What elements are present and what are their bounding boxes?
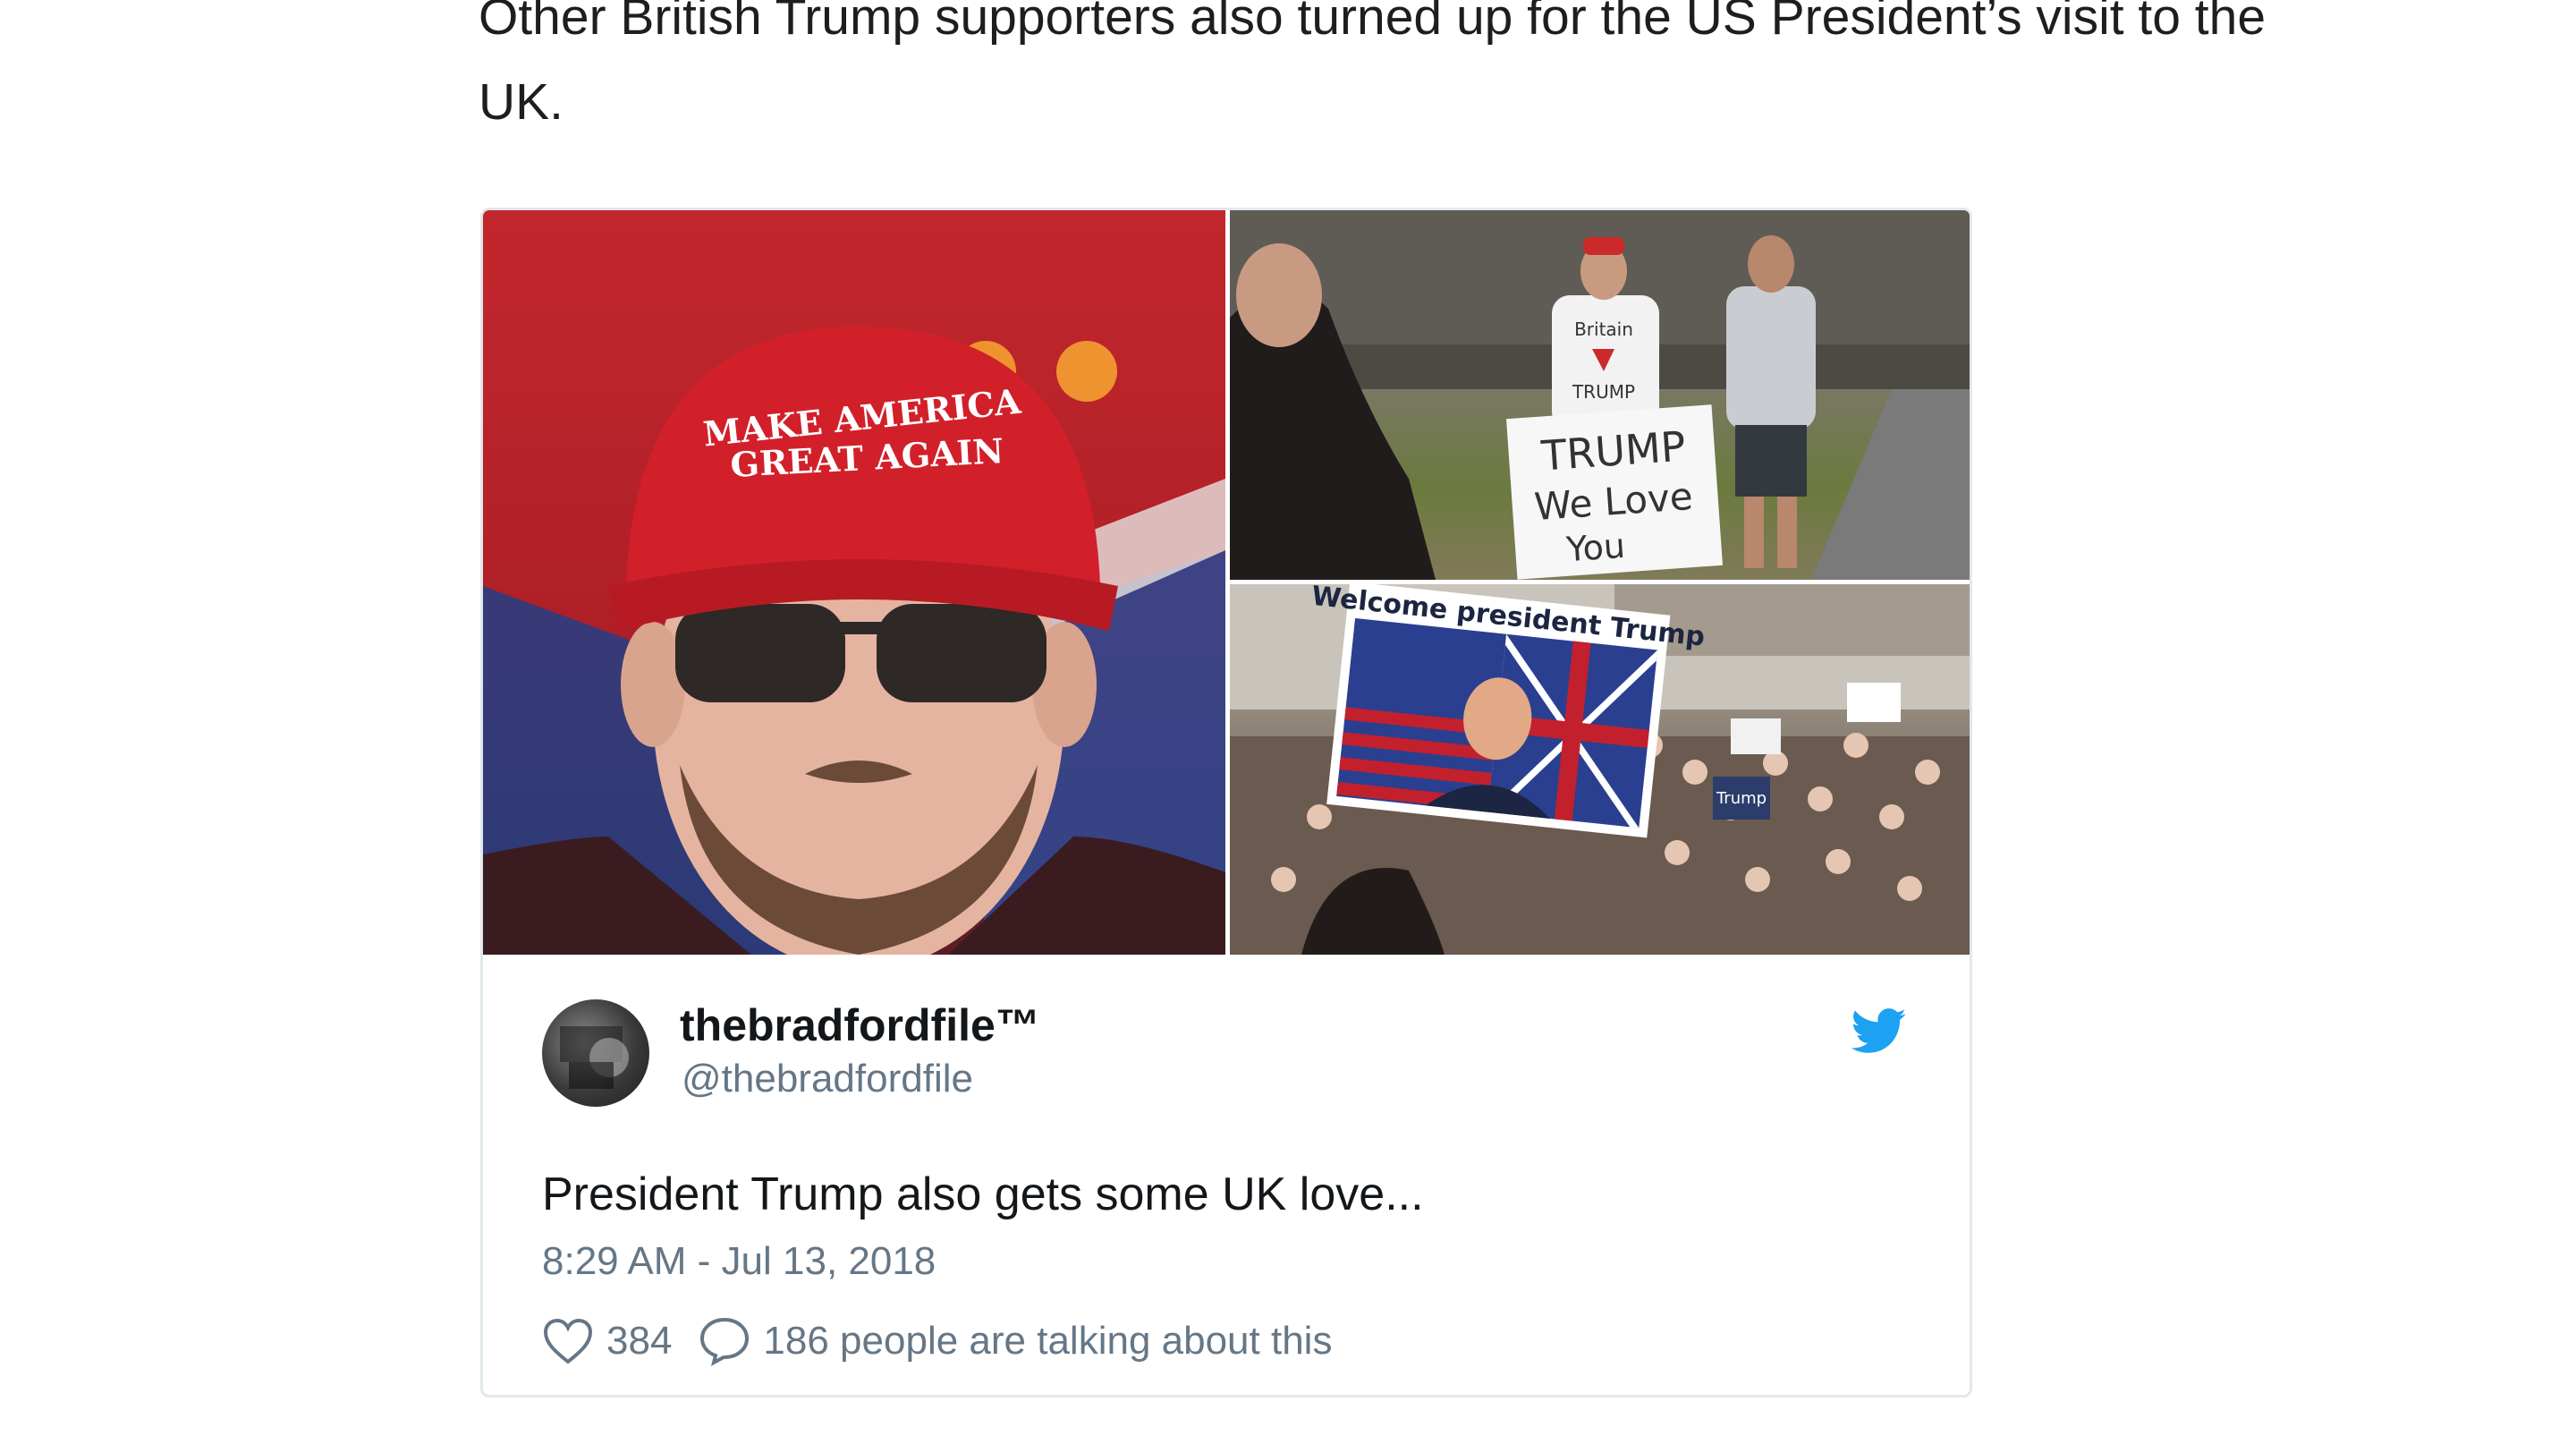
- shirt-text-line1: Britain: [1574, 319, 1633, 340]
- tweet-text: President Trump also gets some UK love..…: [542, 1168, 1424, 1220]
- tweet-image-2[interactable]: Britain TRUMP TRUMP We Love You: [1230, 210, 1970, 580]
- like-action[interactable]: 384: [542, 1317, 699, 1365]
- tweet-image-1[interactable]: MAKE AMERICA GREAT AGAIN: [483, 210, 1225, 955]
- tweet-body: thebradfordfile™ @thebradfordfile Presid…: [483, 955, 1970, 1395]
- like-count: 384: [606, 1319, 673, 1363]
- reply-action[interactable]: 186 people are talking about this: [699, 1316, 1332, 1366]
- tweet-timestamp[interactable]: 8:29 AM - Jul 13, 2018: [542, 1239, 936, 1284]
- twitter-bird-icon[interactable]: [1852, 1008, 1907, 1055]
- user-handle[interactable]: @thebradfordfile: [682, 1057, 973, 1101]
- hat-man-illustration: MAKE AMERICA GREAT AGAIN: [483, 327, 1225, 955]
- heart-icon: [543, 1318, 593, 1364]
- tweet-media-grid: MAKE AMERICA GREAT AGAIN Britain TRUMP T…: [483, 210, 1970, 955]
- tweet-image-3[interactable]: Trump Welcome president Trump: [1230, 584, 1970, 955]
- sign-text-line3: You: [1564, 526, 1626, 570]
- avatar-image: [560, 1026, 629, 1089]
- sign-text-line1: TRUMP: [1539, 421, 1688, 480]
- shirt-text-line2: TRUMP: [1572, 381, 1635, 403]
- crowd-illustration: Trump Welcome president Trump: [1230, 584, 1970, 955]
- avatar[interactable]: [542, 999, 649, 1107]
- embedded-tweet[interactable]: MAKE AMERICA GREAT AGAIN Britain TRUMP T…: [480, 208, 1972, 1398]
- talking-count: 186 people are talking about this: [763, 1319, 1333, 1363]
- supporters-illustration: Britain TRUMP TRUMP We Love You: [1230, 210, 1970, 580]
- user-display-name[interactable]: thebradfordfile™: [680, 999, 1040, 1051]
- crowd-sign-text: Trump: [1716, 789, 1767, 808]
- tweet-actions: 384 186 people are talking about this: [542, 1313, 1332, 1370]
- article-paragraph: Other British Trump supporters also turn…: [479, 0, 2267, 131]
- comment-bubble-icon: [700, 1317, 750, 1366]
